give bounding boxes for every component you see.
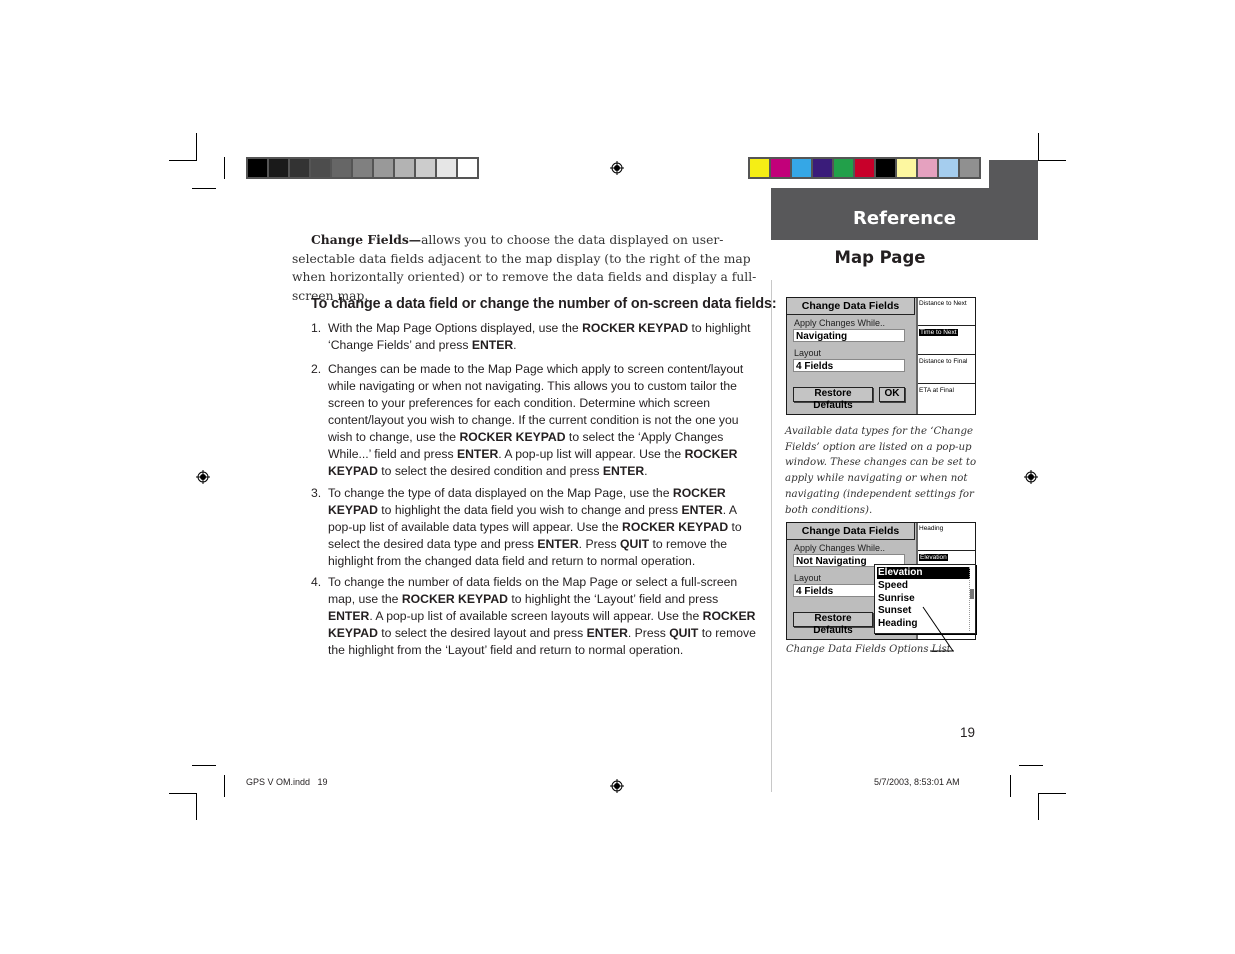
color-swatch [897,159,916,177]
gray-swatch [395,159,414,177]
key-name: ENTER [471,338,514,352]
intro-paragraph: Change Fields—allows you to choose the d… [292,231,762,306]
step-item: 4. To change the number of data fields on… [311,575,756,657]
section-tab-label: Reference [853,208,956,229]
data-field-highlighted[interactable]: Time to Next [918,327,975,355]
key-name: ENTER [586,626,628,640]
key-name: ENTER [328,609,370,623]
registration-target-icon [196,470,210,484]
slug-filename: GPS V OM.indd 19 [246,777,328,787]
popup-option[interactable]: Speed [877,580,970,592]
key-name: ROCKER KEYPAD [328,447,738,478]
section-tab: Reference [771,188,1038,240]
crop-mark [169,160,197,161]
key-name: QUIT [669,626,699,640]
gray-swatch [353,159,372,177]
crop-mark [192,188,216,189]
crop-mark [196,793,197,820]
screen-title: Change Data Fields [787,298,915,315]
crop-mark [1038,793,1039,820]
crop-mark [224,157,225,179]
key-name: ENTER [456,447,499,461]
grayscale-calibration-bar [246,157,479,179]
gray-swatch [332,159,351,177]
layout-label: Layout [794,573,822,583]
gray-swatch [416,159,435,177]
registration-target-icon [1024,470,1038,484]
color-swatch [960,159,979,177]
data-fields-panel: Distance to Next Time to Next Distance t… [916,298,975,414]
color-swatch [834,159,853,177]
crop-mark [1038,133,1039,160]
gray-swatch [248,159,267,177]
key-name: ROCKER KEYPAD [582,321,689,335]
registration-target-icon [610,779,624,793]
gray-swatch [437,159,456,177]
gray-swatch [374,159,393,177]
gray-swatch [290,159,309,177]
step-item: 1. With the Map Page Options displayed, u… [311,321,751,352]
layout-label: Layout [794,348,822,358]
scrollbar-thumb[interactable] [970,589,974,599]
screen-title: Change Data Fields [787,523,915,540]
color-swatch [813,159,832,177]
popup-scrollbar[interactable] [969,567,974,631]
change-data-fields-screen: Change Data Fields Apply Changes While..… [786,297,976,415]
intro-term: Change Fields— [311,232,422,247]
gray-swatch [311,159,330,177]
color-swatch [771,159,790,177]
crop-mark [169,793,197,794]
popup-option[interactable]: Sunrise [877,593,970,605]
layout-field[interactable]: 4 Fields [793,359,905,372]
crop-mark [1010,775,1011,797]
screen2-caption: Change Data Fields Options List [786,644,951,655]
gray-swatch [269,159,288,177]
crop-mark [192,765,216,766]
color-swatch [792,159,811,177]
key-name: ENTER [602,464,645,478]
data-field[interactable]: Distance to Next [918,298,975,326]
key-name: ROCKER KEYPAD [459,430,566,444]
restore-defaults-button[interactable]: Restore Defaults [793,612,873,636]
key-name: ROCKER KEYPAD [328,486,726,517]
data-field[interactable]: Distance to Final [918,356,975,384]
color-swatch [855,159,874,177]
gray-swatch [458,159,477,177]
popup-option-selected[interactable]: Elevation [877,567,970,579]
apply-changes-field[interactable]: Navigating [793,329,905,342]
ok-button[interactable]: OK [879,387,905,402]
key-name: ENTER [537,537,579,551]
crop-mark [196,133,197,160]
page-title: Map Page [834,248,926,267]
color-calibration-bar [748,157,981,179]
slug-timestamp: 5/7/2003, 8:53:01 AM [874,777,960,787]
apply-changes-label: Apply Changes While.. [794,543,886,553]
section-tab-extension [989,160,1038,190]
key-name: QUIT [619,537,650,551]
registration-target-icon [610,161,624,175]
key-name: ROCKER KEYPAD [622,520,729,534]
color-swatch [918,159,937,177]
crop-mark [1038,160,1066,161]
column-divider [771,280,772,792]
key-name: ROCKER KEYPAD [401,592,508,606]
crop-mark [224,775,225,797]
crop-mark [1019,765,1043,766]
crop-mark [1038,793,1066,794]
procedure-heading: To change a data field or change the num… [311,296,777,312]
restore-defaults-button[interactable]: Restore Defaults [793,387,873,411]
color-swatch [750,159,769,177]
color-swatch [939,159,958,177]
key-name: ENTER [681,503,723,517]
step-item: 3. To change the type of data displayed o… [311,486,742,568]
page-number: 19 [960,725,976,740]
data-field[interactable]: Heading [918,523,975,551]
step-item: 2. Changes can be made to the Map Page wh… [311,362,744,478]
data-field[interactable]: ETA at Final [918,385,975,413]
apply-changes-label: Apply Changes While.. [794,318,886,328]
screen1-caption: Available data types for the ‘Change Fie… [785,426,977,516]
color-swatch [876,159,895,177]
